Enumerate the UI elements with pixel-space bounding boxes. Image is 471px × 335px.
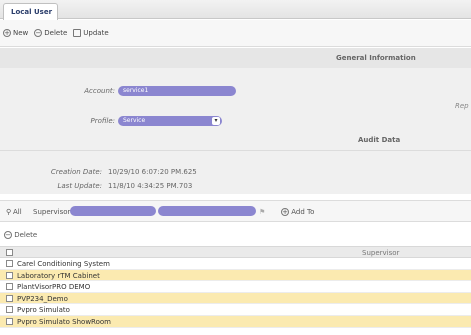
plus-icon: + xyxy=(281,208,289,216)
minus-icon: − xyxy=(34,29,43,37)
update-button[interactable]: Update xyxy=(73,29,109,37)
plus-icon: + xyxy=(3,29,11,37)
row-label: PVP234_Demo xyxy=(17,294,68,303)
row-checkbox[interactable] xyxy=(6,294,13,302)
supervisor-bar: ⚲ All Supervisor: ⚑ + Add To xyxy=(0,200,471,222)
last-update-label: Last Update: xyxy=(57,182,102,190)
profile-dropdown[interactable]: Service ▾ xyxy=(118,116,222,126)
supervisor-column-header[interactable]: Supervisor xyxy=(362,249,399,257)
row-checkbox[interactable] xyxy=(6,283,13,291)
chevron-down-icon: ▾ xyxy=(212,117,220,125)
all-button[interactable]: All xyxy=(13,208,22,216)
tab-local-user[interactable]: Local User xyxy=(3,3,58,20)
toolbar: + New − Delete Update xyxy=(0,20,471,47)
table-row[interactable]: Laboratory rTM Cabinet xyxy=(0,269,471,282)
add-to-button[interactable]: + Add To xyxy=(281,208,314,216)
table-row[interactable]: Pvpro Simulato ShowRoom xyxy=(0,315,471,328)
tab-bar: Local User xyxy=(0,0,471,20)
minus-icon: − xyxy=(4,231,12,239)
account-label: Account: xyxy=(84,87,115,95)
delete-button[interactable]: − Delete xyxy=(34,29,67,37)
account-field[interactable]: service1 xyxy=(118,86,236,96)
add-to-label: Add To xyxy=(291,208,315,216)
new-button[interactable]: + New xyxy=(3,29,28,37)
audit-data-panel: Creation Date: 10/29/10 6:07:20 PM.625 L… xyxy=(0,150,471,194)
supervisor-select-2[interactable] xyxy=(158,206,256,216)
list-toolbar: − Delete xyxy=(0,228,471,246)
profile-value: Service xyxy=(123,117,146,124)
row-checkbox[interactable] xyxy=(6,260,13,267)
row-label: PlantVisorPRO DEMO xyxy=(17,283,91,292)
row-label: Pvpro Simulato ShowRoom xyxy=(17,317,111,326)
flag-icon: ⚑ xyxy=(259,208,266,216)
save-icon xyxy=(73,29,82,37)
general-info-title: General Information xyxy=(336,54,416,62)
table-row[interactable]: Carel Conditioning System xyxy=(0,258,471,270)
row-label: Carel Conditioning System xyxy=(17,260,110,268)
row-label: Laboratory rTM Cabinet xyxy=(17,271,100,280)
list-delete-label: Delete xyxy=(14,231,38,239)
creation-date-label: Creation Date: xyxy=(50,168,102,176)
general-info-panel: Account: service1 Profile: Service ▾ Rep xyxy=(0,68,471,128)
row-checkbox[interactable] xyxy=(6,306,13,314)
profile-label: Profile: xyxy=(90,117,115,125)
table-row[interactable]: PVP234_Demo xyxy=(0,292,471,305)
row-label: Pvpro Simulato xyxy=(17,306,70,315)
list-delete-button[interactable]: − Delete xyxy=(4,231,37,239)
delete-button-label: Delete xyxy=(44,29,68,37)
supervisor-label: Supervisor: xyxy=(33,208,73,216)
new-button-label: New xyxy=(13,29,29,37)
table-row[interactable]: PlantVisorPRO DEMO xyxy=(0,281,471,293)
select-all-checkbox[interactable] xyxy=(6,249,13,256)
last-update-value: 11/8/10 4:34:25 PM.703 xyxy=(108,182,193,190)
rep-label: Rep xyxy=(455,102,469,110)
account-value: service1 xyxy=(123,87,149,94)
row-checkbox[interactable] xyxy=(6,317,13,325)
general-info-header: General Information xyxy=(0,48,471,68)
creation-date-value: 10/29/10 6:07:20 PM.625 xyxy=(108,168,197,176)
table-header: Supervisor xyxy=(0,246,471,258)
magnifier-icon[interactable]: ⚲ xyxy=(6,208,11,216)
row-checkbox[interactable] xyxy=(6,271,13,279)
supervisor-select-1[interactable] xyxy=(70,206,156,216)
supervisor-table: Supervisor Carel Conditioning System Lab… xyxy=(0,246,471,328)
table-row[interactable]: Pvpro Simulato xyxy=(0,304,471,316)
audit-data-header: Audit Data xyxy=(0,128,471,150)
update-button-label: Update xyxy=(83,29,109,37)
audit-data-title: Audit Data xyxy=(358,136,401,144)
